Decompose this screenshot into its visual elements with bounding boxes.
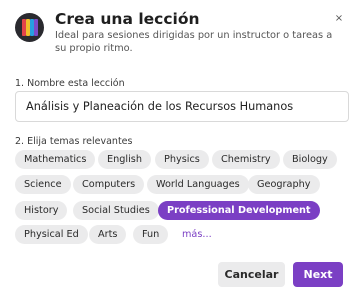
topic-chip-physical-ed[interactable]: Physical Ed — [15, 225, 88, 244]
topic-chip-fun[interactable]: Fun — [133, 225, 169, 244]
topics-label: 2. Elija temas relevantes — [15, 136, 133, 147]
topic-chip-mathematics[interactable]: Mathematics — [15, 150, 96, 169]
topic-chip-physics[interactable]: Physics — [155, 150, 209, 169]
topic-chip-geography[interactable]: Geography — [248, 175, 320, 194]
more-topics-link[interactable]: más... — [178, 225, 216, 244]
cancel-button[interactable]: Cancelar — [218, 262, 285, 287]
topic-chip-english[interactable]: English — [98, 150, 151, 169]
topic-chip-computers[interactable]: Computers — [73, 175, 145, 194]
topic-chip-arts[interactable]: Arts — [89, 225, 127, 244]
app-logo-icon — [15, 13, 44, 42]
topic-chip-social-studies[interactable]: Social Studies — [73, 201, 159, 220]
lesson-name-input[interactable] — [15, 91, 349, 122]
topic-chip-chemistry[interactable]: Chemistry — [212, 150, 280, 169]
lesson-name-label: 1. Nombre esta lección — [15, 78, 125, 89]
dialog-title: Crea una lección — [55, 10, 200, 28]
next-button[interactable]: Next — [293, 262, 343, 287]
dialog-subtitle: Ideal para sesiones dirigidas por un ins… — [55, 30, 333, 54]
topic-chip-science[interactable]: Science — [15, 175, 71, 194]
topic-chip-world-languages[interactable]: World Languages — [147, 175, 249, 194]
topic-chip-biology[interactable]: Biology — [283, 150, 337, 169]
topic-chip-professional-development[interactable]: Professional Development — [158, 201, 320, 220]
create-lesson-dialog: Crea una lección Ideal para sesiones dir… — [0, 0, 359, 293]
topic-chip-history[interactable]: History — [15, 201, 68, 220]
close-icon[interactable]: × — [334, 14, 344, 24]
